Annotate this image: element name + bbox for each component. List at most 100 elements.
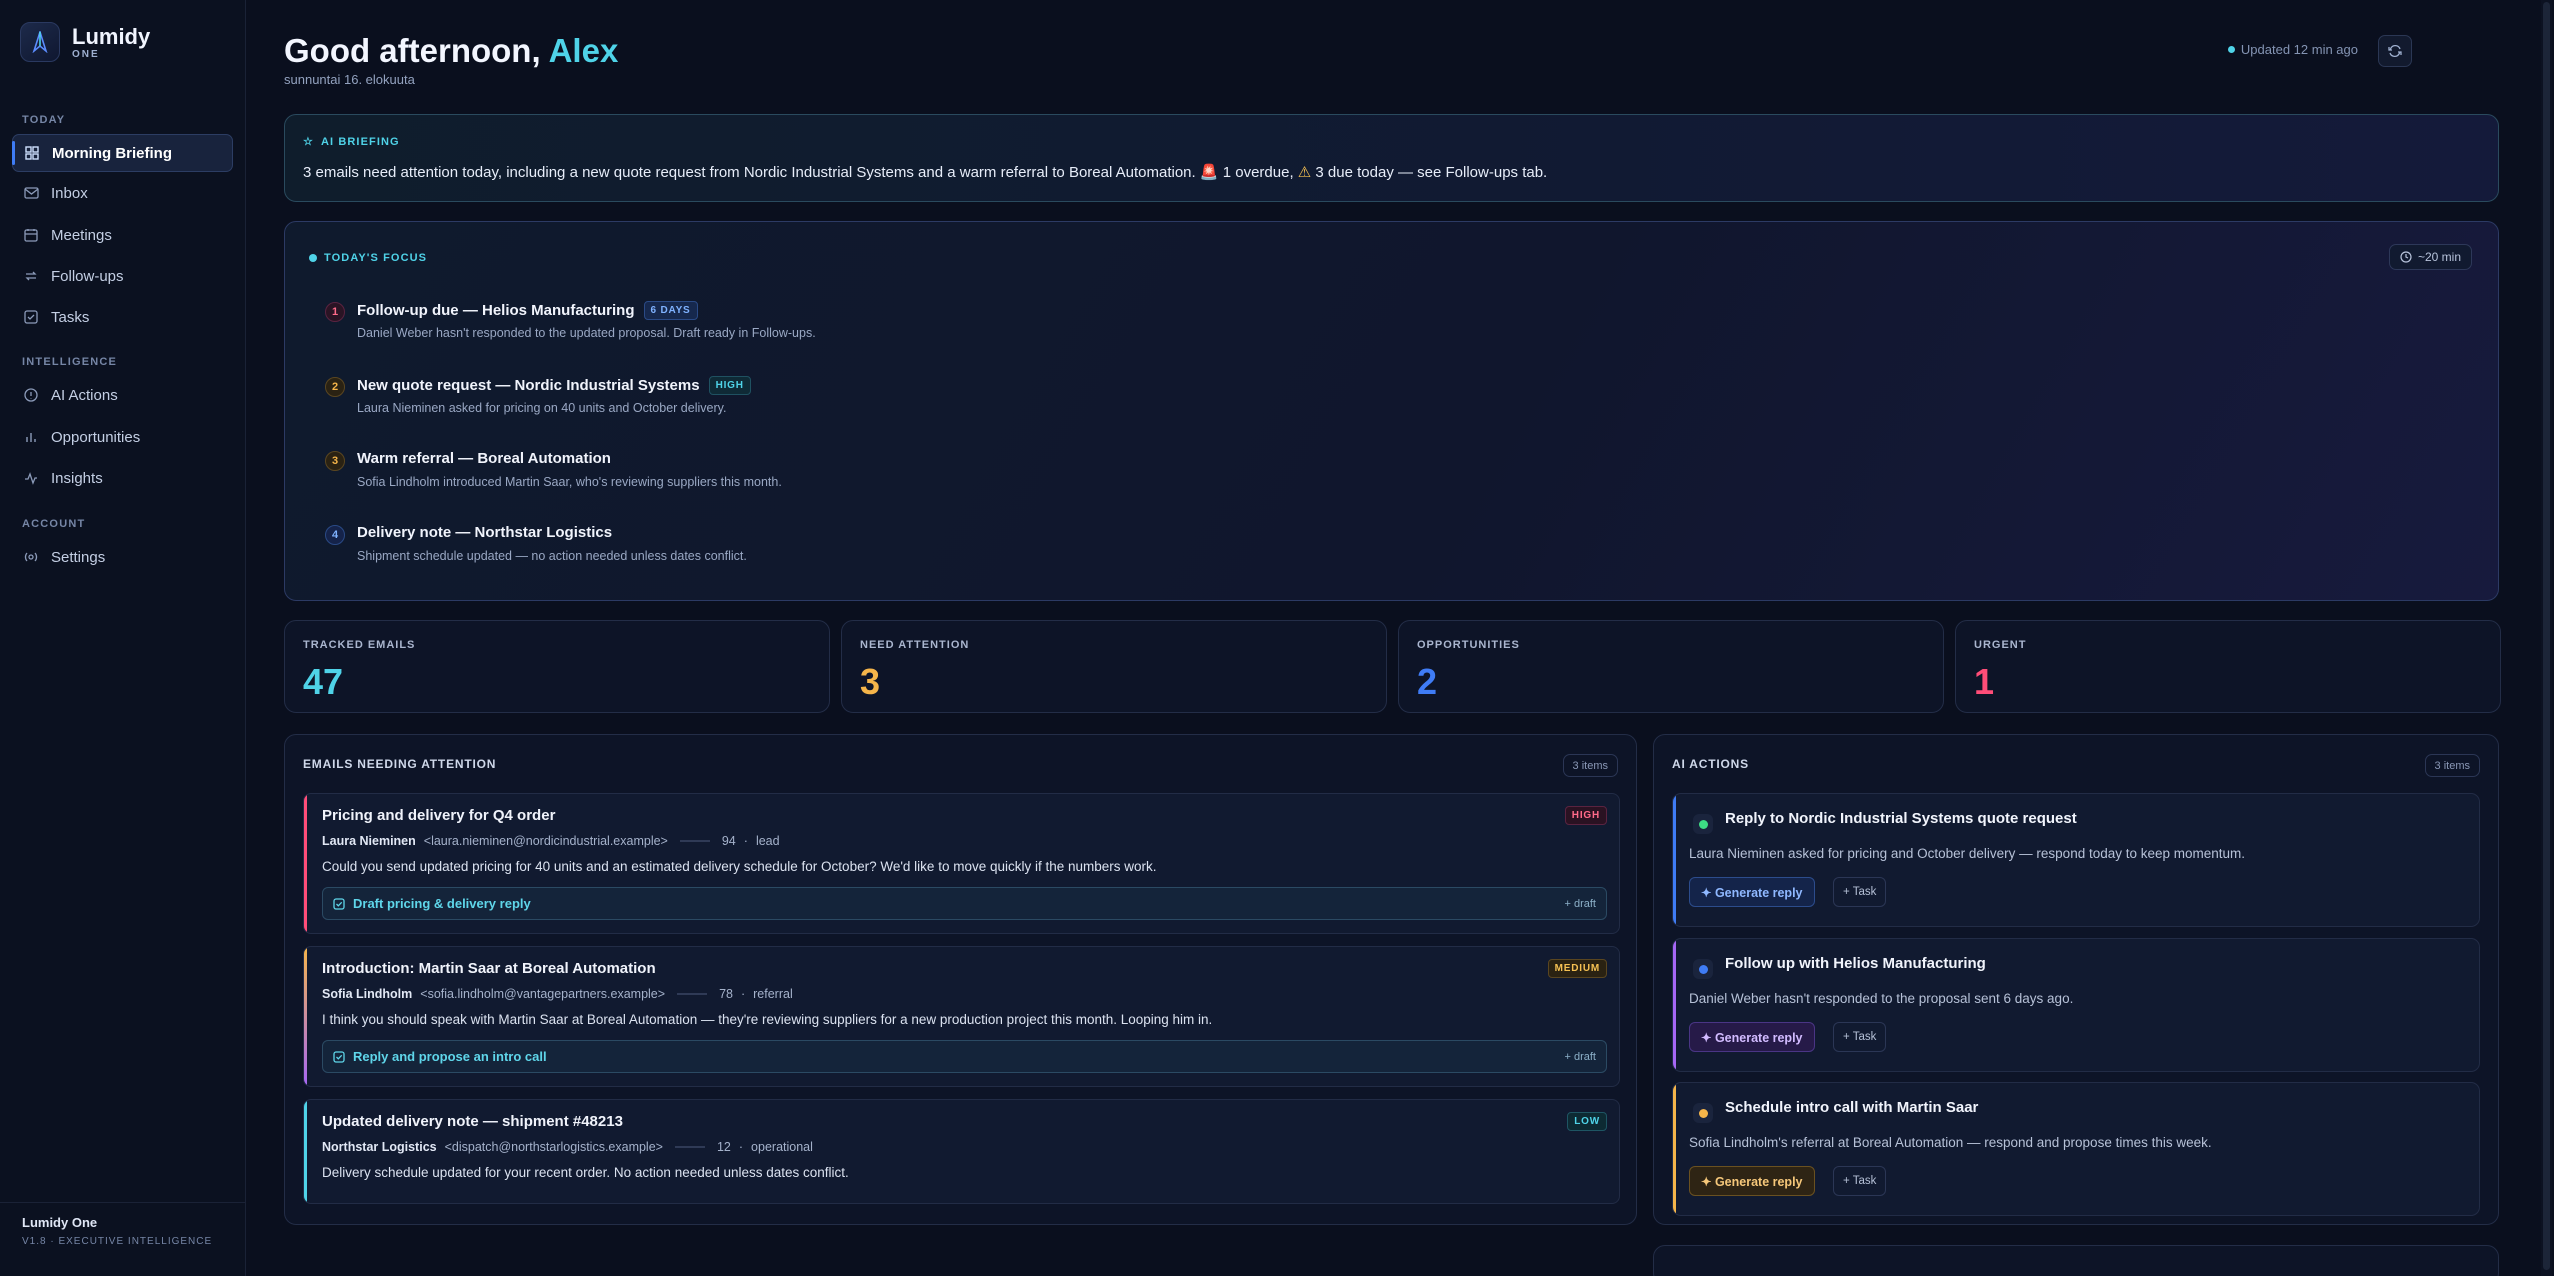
email-category: operational (751, 1140, 813, 1154)
email-body: Delivery schedule updated for your recen… (322, 1165, 849, 1180)
email-meta: Sofia Lindholm <sofia.lindholm@vantagepa… (322, 987, 793, 1001)
stat-opportunities[interactable]: OPPORTUNITIES 2 (1398, 620, 1944, 713)
draft-reply-button[interactable]: Draft pricing & delivery reply + draft (322, 887, 1607, 920)
ai-action-card[interactable]: Reply to Nordic Industrial Systems quote… (1672, 793, 2480, 927)
updated-status: Updated 12 min ago (2227, 42, 2358, 57)
todays-focus-card: TODAY'S FOCUS ~20 min 1 Follow-up due — … (284, 221, 2499, 601)
sidebar-item-settings[interactable]: Settings (12, 538, 233, 576)
separator-dot-icon: · (738, 1140, 744, 1154)
score-bar (677, 993, 708, 995)
ai-briefing-card: ☆ AI BRIEFING 3 emails need attention to… (284, 114, 2499, 202)
sidebar-item-label: Morning Briefing (52, 144, 172, 162)
add-task-button[interactable]: + Task (1833, 877, 1887, 907)
sidebar-item-follow-ups[interactable]: Follow-ups (12, 257, 233, 295)
todays-focus-label: TODAY'S FOCUS (324, 252, 428, 264)
greeting-text: Good afternoon, (284, 32, 541, 69)
email-subject: Introduction: Martin Saar at Boreal Auto… (322, 960, 656, 977)
action-accent-bar (1673, 1083, 1676, 1215)
ai-action-card[interactable]: Schedule intro call with Martin Saar Sof… (1672, 1082, 2480, 1216)
sidebar-item-inbox[interactable]: Inbox (12, 174, 233, 212)
refresh-button[interactable] (2378, 35, 2412, 67)
generate-reply-button[interactable]: ✦ Generate reply (1689, 1166, 1815, 1196)
brand[interactable]: Lumidy ONE (20, 22, 150, 62)
email-address: <dispatch@northstarlogistics.example> (444, 1140, 663, 1154)
action-accent-bar (1673, 939, 1676, 1071)
focus-title: Delivery note — Northstar Logistics (357, 524, 612, 541)
star-icon: ☆ (303, 136, 314, 148)
add-task-button[interactable]: + Task (1833, 1022, 1887, 1052)
draft-reply-button[interactable]: Reply and propose an intro call + draft (322, 1040, 1607, 1073)
todays-focus-tag: TODAY'S FOCUS (309, 252, 427, 264)
email-meta: Laura Nieminen <laura.nieminen@nordicind… (322, 834, 780, 848)
status-dot-icon (1693, 959, 1713, 979)
stat-tracked-emails[interactable]: TRACKED EMAILS 47 (284, 620, 830, 713)
email-subject: Updated delivery note — shipment #48213 (322, 1113, 623, 1130)
generate-reply-button[interactable]: ✦ Generate reply (1689, 877, 1815, 907)
email-sender: Northstar Logistics (322, 1140, 437, 1154)
ai-action-card[interactable]: Follow up with Helios Manufacturing Dani… (1672, 938, 2480, 1072)
focus-title: Follow-up due — Helios Manufacturing 6 D… (357, 301, 698, 320)
brand-name: Lumidy (72, 23, 151, 49)
ai-briefing-label: AI BRIEFING (320, 135, 400, 148)
sidebar-footer: Lumidy One V1.8 · EXECUTIVE INTELLIGENCE (0, 1202, 246, 1259)
stat-need-attention[interactable]: NEED ATTENTION 3 (841, 620, 1387, 713)
warning-icon: ⚠ (1297, 164, 1312, 181)
email-address: <sofia.lindholm@vantagepartners.example> (420, 987, 666, 1001)
sidebar-item-meetings[interactable]: Meetings (12, 216, 233, 254)
briefing-due-today: 3 due today — see Follow-ups tab. (1315, 164, 1548, 181)
email-card[interactable]: Introduction: Martin Saar at Boreal Auto… (303, 946, 1620, 1087)
activity-icon (23, 470, 39, 486)
main-content: Good afternoon, Alex sunnuntai 16. eloku… (246, 0, 2540, 1276)
email-sender: Laura Nieminen (322, 834, 416, 848)
action-description: Daniel Weber hasn't responded to the pro… (1689, 991, 2074, 1006)
sidebar-item-tasks[interactable]: Tasks (12, 298, 233, 336)
separator-dot-icon: · (740, 987, 746, 1001)
score-bar (674, 1146, 705, 1148)
sidebar-item-opportunities[interactable]: Opportunities (12, 418, 233, 456)
focus-title-text: Delivery note — Northstar Logistics (357, 524, 613, 541)
next-panel-edge (1653, 1245, 2499, 1276)
sidebar-item-insights[interactable]: Insights (12, 459, 233, 497)
add-draft-tag: + draft (1564, 897, 1597, 910)
stat-urgent[interactable]: URGENT 1 (1955, 620, 2501, 713)
page-scrollbar[interactable] (2541, 0, 2552, 1276)
email-body: I think you should speak with Martin Saa… (322, 1012, 1213, 1027)
stat-label: URGENT (1974, 639, 2027, 651)
add-task-button[interactable]: + Task (1833, 1166, 1887, 1196)
scrollbar-thumb[interactable] (2543, 2, 2550, 1270)
priority-bar (304, 794, 307, 933)
updated-text: Updated 12 min ago (2240, 42, 2358, 57)
ai-briefing-tag: ☆ AI BRIEFING (303, 135, 400, 149)
footer-title: Lumidy One (22, 1215, 98, 1230)
footer-version: V1.8 · EXECUTIVE INTELLIGENCE (22, 1236, 213, 1247)
email-card[interactable]: Updated delivery note — shipment #48213 … (303, 1099, 1620, 1204)
emails-needing-attention-panel: EMAILS NEEDING ATTENTION 3 items Pricing… (284, 734, 1637, 1225)
email-score: 78 (719, 987, 733, 1001)
focus-number: 1 (325, 302, 345, 322)
sidebar-item-ai-actions[interactable]: AI Actions (12, 376, 233, 414)
stat-label: TRACKED EMAILS (303, 639, 416, 651)
sidebar-item-label: Opportunities (51, 428, 141, 446)
focus-number: 2 (325, 377, 345, 397)
stat-label: NEED ATTENTION (860, 639, 970, 651)
calendar-icon (23, 227, 39, 243)
settings-icon (23, 549, 39, 565)
generate-reply-button[interactable]: ✦ Generate reply (1689, 1022, 1815, 1052)
check-square-icon (23, 309, 39, 325)
sidebar-item-label: Inbox (51, 184, 88, 202)
sidebar-item-label: AI Actions (51, 386, 118, 404)
nav-section-today: TODAY (22, 114, 66, 126)
ai-briefing-text: 3 emails need attention today, including… (303, 163, 1547, 181)
nav-section-intelligence: INTELLIGENCE (22, 356, 118, 368)
priority-badge: MEDIUM (1547, 959, 1607, 978)
stat-value: 47 (303, 661, 344, 702)
email-score: 94 (721, 834, 736, 848)
focus-subtitle: Laura Nieminen asked for pricing on 40 u… (357, 401, 727, 415)
email-card[interactable]: Pricing and delivery for Q4 order HIGH L… (303, 793, 1620, 934)
focus-subtitle: Sofia Lindholm introduced Martin Saar, w… (357, 475, 782, 489)
sidebar-item-label: Insights (51, 469, 103, 487)
sidebar-item-label: Meetings (51, 226, 112, 244)
sidebar-item-morning-briefing[interactable]: Morning Briefing (12, 134, 233, 172)
check-square-icon (333, 1050, 345, 1063)
focus-number: 3 (325, 451, 345, 471)
